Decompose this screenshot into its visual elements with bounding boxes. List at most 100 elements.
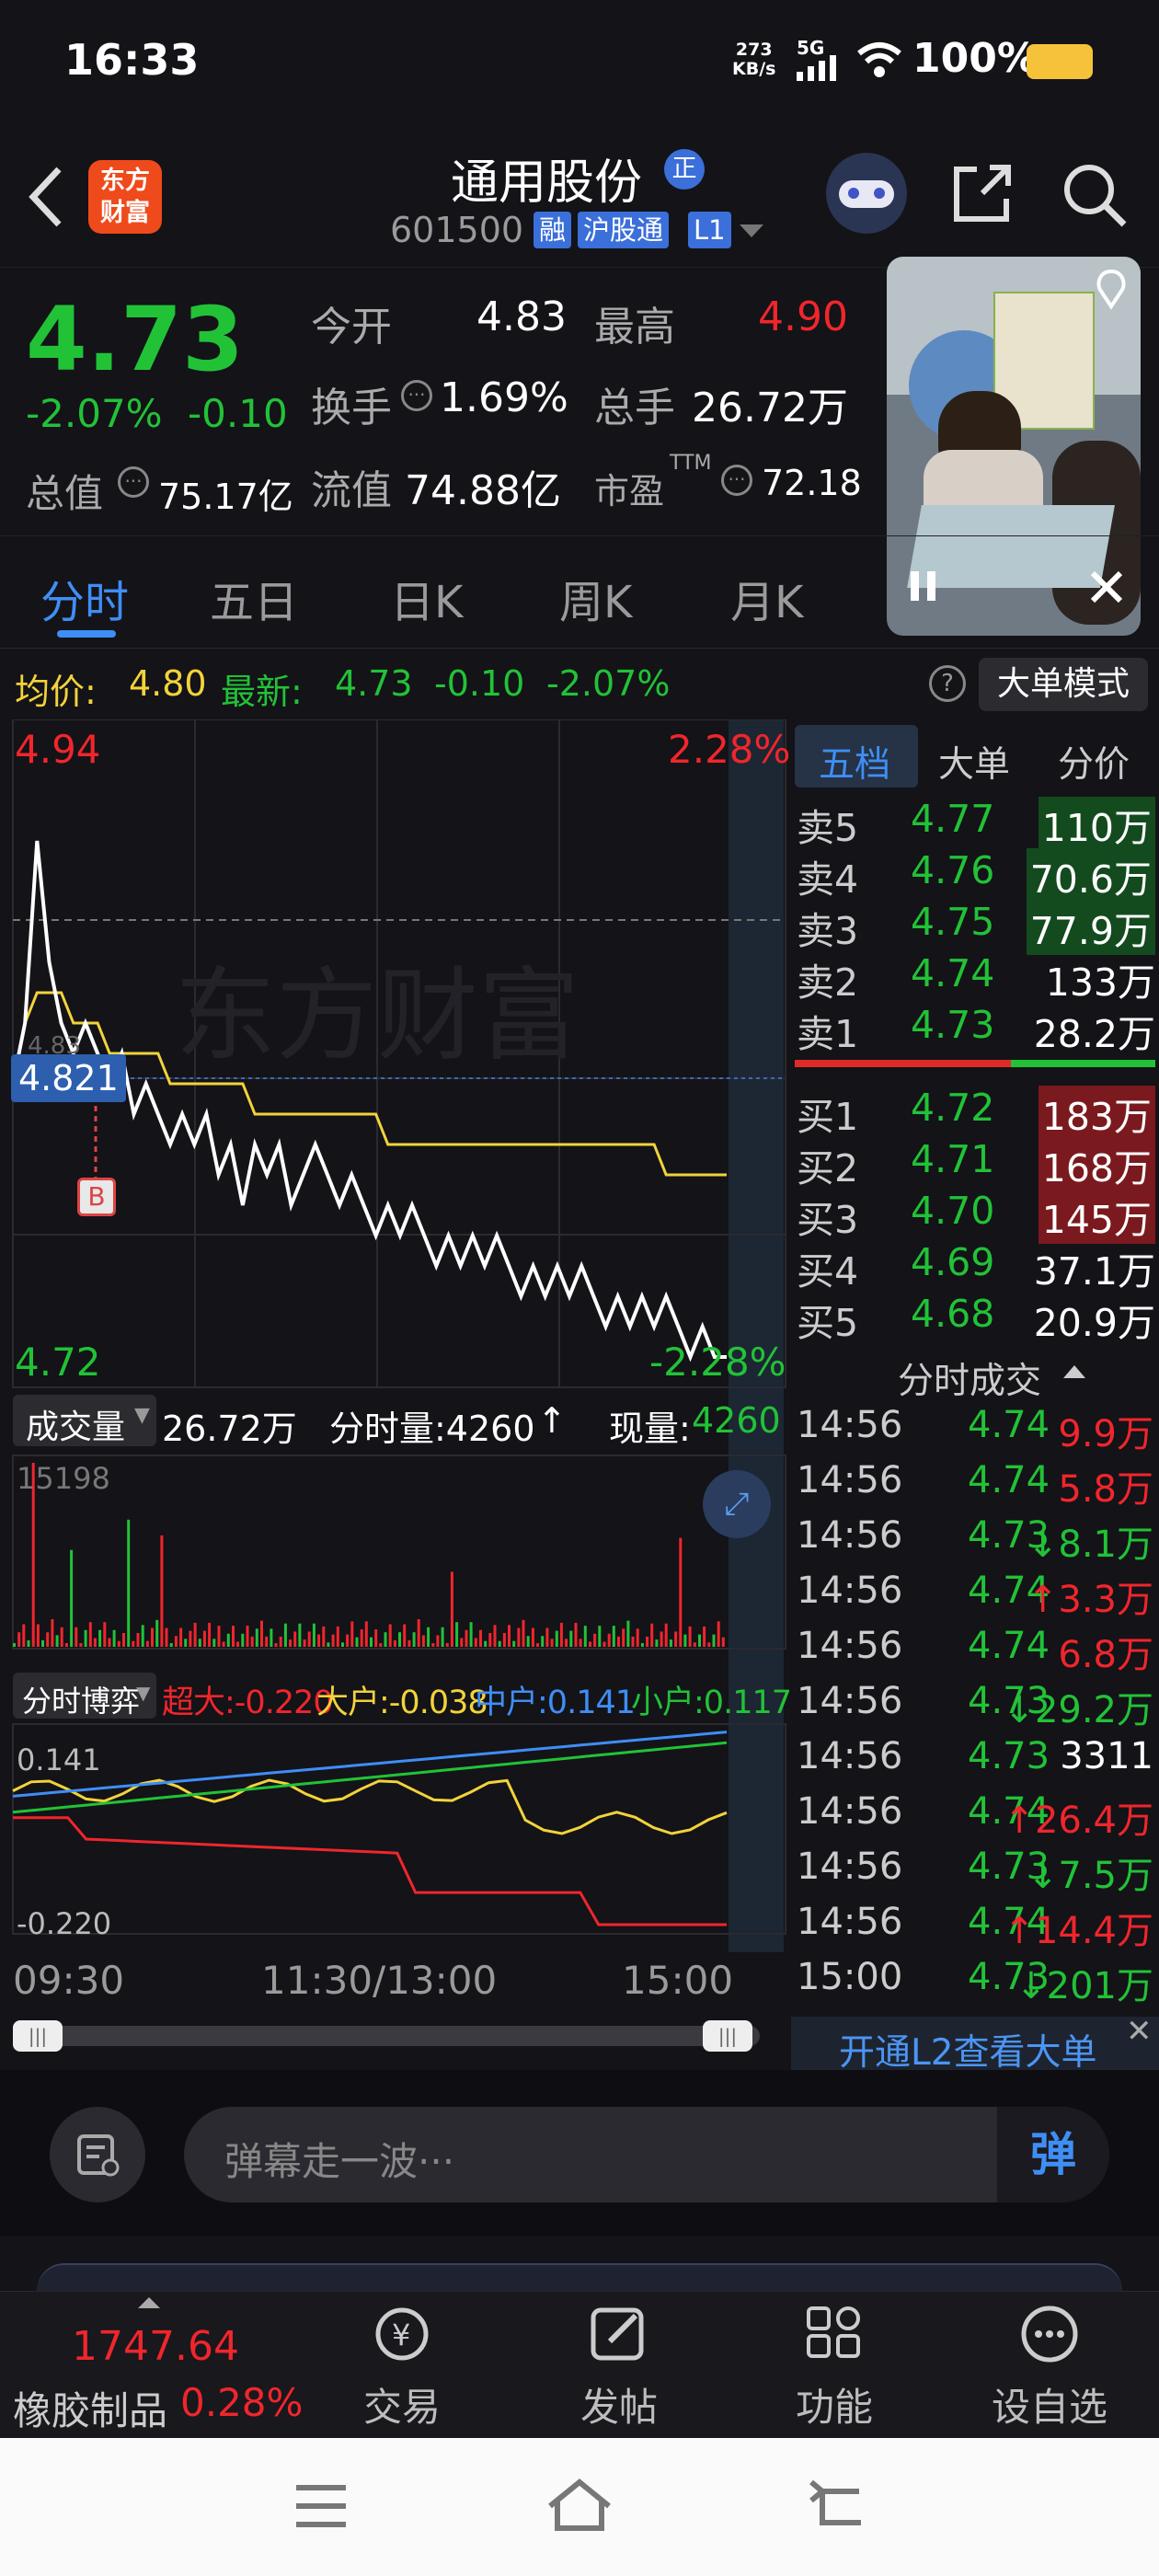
info-icon[interactable]: ··· xyxy=(401,380,432,411)
l2-banner[interactable]: 开通L2查看大单 ✕ xyxy=(791,2013,1159,2074)
sector-name[interactable]: 橡胶制品 xyxy=(13,2380,167,2436)
volume-bar xyxy=(293,1631,297,1647)
nav-add-watchlist[interactable]: 设自选 xyxy=(981,2301,1119,2432)
trade-volume: ↑3.3万 xyxy=(1027,1579,1153,1621)
trade-row: 14:56 4.74 ↑3.3万 xyxy=(791,1564,1159,1621)
edit-icon xyxy=(591,2307,644,2361)
tab-monthly-k[interactable]: 月K xyxy=(730,566,803,630)
location-pin-icon[interactable] xyxy=(1093,268,1130,310)
tag-l1: L1 xyxy=(688,212,731,248)
info-icon[interactable]: ··· xyxy=(721,465,752,496)
tab-intraday[interactable]: 分时 xyxy=(40,566,129,630)
bid-price: 4.72 xyxy=(911,1086,995,1130)
back-nav-icon[interactable] xyxy=(806,2478,870,2534)
expand-icon[interactable]: ⤢ xyxy=(703,1470,771,1538)
ask-level-row[interactable]: 卖1 4.73 28.2万 xyxy=(791,999,1159,1056)
chevron-up-icon[interactable] xyxy=(1063,1363,1085,1380)
bid-level-row[interactable]: 买5 4.68 20.9万 xyxy=(791,1288,1159,1345)
volume-bar xyxy=(51,1619,54,1647)
status-bar: 16:33 273 KB/s 5G 100% xyxy=(0,0,1159,129)
menu-icon[interactable] xyxy=(293,2482,351,2530)
latest-change: -0.10 xyxy=(434,663,525,704)
volume-bar xyxy=(407,1639,411,1647)
nav-functions[interactable]: 功能 xyxy=(765,2301,903,2432)
volume-bar xyxy=(445,1643,449,1647)
ai-assistant-icon[interactable] xyxy=(826,153,907,234)
volume-bar xyxy=(441,1627,444,1647)
trades-title[interactable]: 分时成交 xyxy=(898,1352,1041,1404)
volume-max: 15198 xyxy=(17,1461,110,1496)
ask-level-row[interactable]: 卖3 4.75 77.9万 xyxy=(791,896,1159,955)
buy-signal-marker[interactable]: B xyxy=(77,1178,116,1216)
bid-level-row[interactable]: 买3 4.70 145万 xyxy=(791,1185,1159,1244)
volume-bar xyxy=(698,1634,701,1647)
medium-value: 中户:0.141 xyxy=(475,1685,636,1721)
tab-five-day[interactable]: 五日 xyxy=(210,566,298,630)
trade-volume: ↓29.2万 xyxy=(1004,1689,1153,1731)
chevron-down-icon[interactable] xyxy=(740,224,763,239)
nav-post[interactable]: 发帖 xyxy=(550,2301,688,2432)
range-slider-track[interactable] xyxy=(13,2026,760,2046)
volume-bar xyxy=(346,1634,350,1647)
volume-bar xyxy=(469,1622,473,1647)
bid-label: 买4 xyxy=(797,1249,859,1294)
trade-row: 14:56 4.74 9.9万 xyxy=(791,1398,1159,1455)
volume-bar xyxy=(674,1631,678,1647)
tab-weekly-k[interactable]: 周K xyxy=(559,566,632,630)
game-min: -0.220 xyxy=(17,1906,112,1941)
pe-superscript: TTM xyxy=(670,452,712,475)
sector-index-value[interactable]: 1747.64 xyxy=(72,2323,239,2370)
trade-time: 14:56 xyxy=(797,1570,903,1612)
app-logo[interactable]: 东方 财富 xyxy=(88,160,162,234)
ask-level-row[interactable]: 卖4 4.76 70.6万 xyxy=(791,845,1159,903)
tab-big-orders[interactable]: 大单 xyxy=(938,736,1010,788)
danmaku-settings-icon[interactable] xyxy=(50,2107,145,2202)
tab-price-dist[interactable]: 分价 xyxy=(1058,736,1130,788)
danmaku-input[interactable]: 弹幕走一波··· xyxy=(184,2107,1109,2202)
volume-bar xyxy=(36,1624,40,1647)
price-chart-svg[interactable]: 东方财富 xyxy=(0,719,791,2053)
info-icon[interactable]: ··· xyxy=(118,466,149,498)
trade-list[interactable]: 14:56 4.74 9.9万 14:56 4.74 5.8万 14:56 4.73 ↓8.1万… xyxy=(791,1398,1159,2024)
ask-level-row[interactable]: 卖5 4.77 110万 xyxy=(791,793,1159,852)
range-slider-right-handle[interactable]: ||| xyxy=(703,2020,752,2052)
bid-label: 买2 xyxy=(797,1146,859,1190)
tab-daily-k[interactable]: 日K xyxy=(390,566,463,630)
ask-level-row[interactable]: 卖2 4.74 133万 xyxy=(791,948,1159,1005)
trade-time: 14:56 xyxy=(797,1459,903,1501)
volume-bar xyxy=(664,1623,668,1647)
trade-volume: ↑26.4万 xyxy=(1004,1800,1153,1842)
game-selector[interactable]: 分时博弈 ▼ xyxy=(13,1673,156,1719)
big-order-mode-button[interactable]: 大单模式 xyxy=(979,658,1148,711)
chevron-up-icon[interactable] xyxy=(138,2297,160,2310)
small-line xyxy=(12,1741,728,1814)
bid-level-row[interactable]: 买2 4.71 168万 xyxy=(791,1133,1159,1192)
tab-five-levels[interactable]: 五档 xyxy=(819,736,890,788)
back-icon[interactable] xyxy=(26,164,66,230)
volume-bar xyxy=(226,1633,230,1647)
volume-bar xyxy=(550,1639,554,1647)
volume-bar xyxy=(270,1628,273,1647)
ask-volume: 77.9万 xyxy=(1026,900,1155,955)
bid-level-row[interactable]: 买1 4.72 183万 xyxy=(791,1082,1159,1141)
volume-bar xyxy=(208,1622,212,1647)
large-line xyxy=(12,1778,728,1835)
volume-bar xyxy=(41,1639,44,1647)
help-icon[interactable]: ? xyxy=(929,665,966,702)
share-icon[interactable] xyxy=(949,160,1016,226)
search-icon[interactable] xyxy=(1060,160,1128,228)
sector-pct[interactable]: 0.28% xyxy=(180,2380,303,2425)
danmaku-send-button[interactable]: 弹 xyxy=(997,2107,1109,2202)
volume-bar xyxy=(250,1636,254,1647)
average-price-row: 均价: 4.80 最新: 4.73 -0.10 -2.07% ? 大单模式 xyxy=(0,648,1159,719)
ask-volume: 28.2万 xyxy=(1033,1012,1155,1056)
trade-volume: ↓8.1万 xyxy=(1027,1524,1153,1566)
home-icon[interactable] xyxy=(545,2475,614,2534)
bid-price: 4.68 xyxy=(911,1292,995,1336)
change-amount: -0.10 xyxy=(188,391,288,436)
volume-selector[interactable]: 成交量 ▼ xyxy=(13,1395,156,1446)
avg-label: 均价: xyxy=(15,672,97,712)
nav-trade[interactable]: ¥ 交易 xyxy=(333,2301,471,2432)
bid-level-row[interactable]: 买4 4.69 37.1万 xyxy=(791,1236,1159,1294)
range-slider-left-handle[interactable]: ||| xyxy=(13,2020,63,2052)
